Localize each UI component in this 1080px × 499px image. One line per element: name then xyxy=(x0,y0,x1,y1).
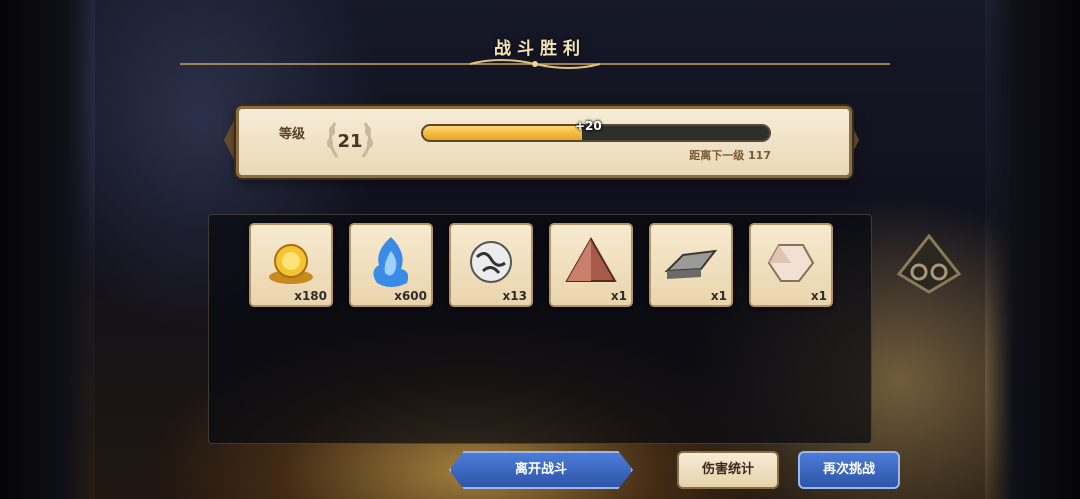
reward-panel: x180 x600 x13 x1 x1 x1 xyxy=(208,214,872,444)
level-panel: 等级 21 +20 距离下一级 117 xyxy=(236,106,852,178)
reward-count: x1 xyxy=(810,289,827,303)
sealed-orb-icon xyxy=(470,241,512,283)
level-label: 等级 xyxy=(279,127,306,142)
left-letterbox xyxy=(0,0,95,499)
reward-item[interactable]: x600 xyxy=(349,223,433,307)
reward-count: x1 xyxy=(710,289,727,303)
xp-remaining-text: 距离下一级 117 xyxy=(689,149,771,162)
reward-item[interactable]: x1 xyxy=(749,223,833,307)
blue-flame-icon xyxy=(373,237,409,287)
reward-count: x600 xyxy=(394,289,427,303)
reward-item[interactable]: x1 xyxy=(649,223,733,307)
pale-gem-icon xyxy=(767,244,815,282)
ornament-icon xyxy=(896,233,962,294)
gold-coin-icon xyxy=(269,244,313,284)
stone-slab-icon xyxy=(664,249,718,279)
victory-title: 战斗胜利 xyxy=(494,39,586,59)
reward-count: x13 xyxy=(502,289,527,303)
reward-item[interactable]: x1 xyxy=(549,223,633,307)
red-crystal-pyramid-icon xyxy=(565,236,617,282)
xp-gain-text: +20 xyxy=(575,119,602,133)
reward-item[interactable]: x13 xyxy=(449,223,533,307)
xp-progress-fill xyxy=(423,126,583,140)
reward-item[interactable]: x180 xyxy=(249,223,333,307)
reward-count: x1 xyxy=(610,289,627,303)
right-letterbox xyxy=(985,0,1080,499)
reward-count: x180 xyxy=(294,289,327,303)
level-value: 21 xyxy=(337,131,363,152)
title-ornament xyxy=(180,59,890,69)
retry-button[interactable]: 再次挑战 xyxy=(798,451,900,489)
damage-stats-button[interactable]: 伤害统计 xyxy=(677,451,779,489)
leave-battle-button[interactable]: 离开战斗 xyxy=(449,451,633,489)
